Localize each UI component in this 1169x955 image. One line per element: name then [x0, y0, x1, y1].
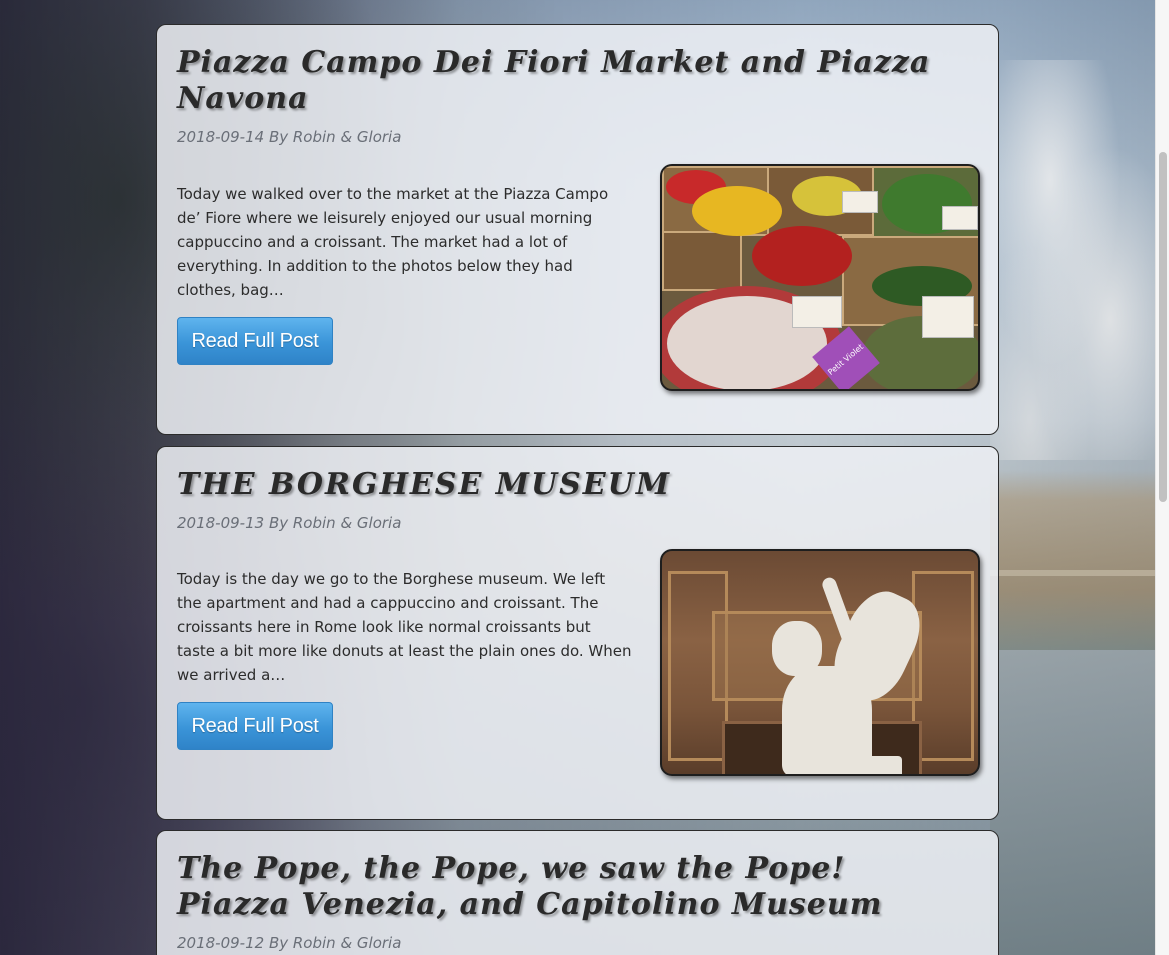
scroll-thumb[interactable]	[1159, 152, 1167, 502]
post-card: The Pope, the Pope, we saw the Pope! Pia…	[156, 830, 999, 955]
post-title[interactable]: Piazza Campo Dei Fiori Market and Piazza…	[177, 45, 967, 117]
read-full-post-button[interactable]: Read Full Post	[177, 317, 333, 365]
photo-chili-peppers	[752, 226, 852, 286]
scrollbar[interactable]	[1155, 0, 1169, 955]
post-title[interactable]: THE BORGHESE MUSEUM	[177, 467, 967, 503]
sculpture-photo[interactable]	[660, 549, 980, 776]
market-photo[interactable]: Petit Violet	[660, 164, 980, 391]
price-tag	[942, 206, 978, 230]
background-river	[990, 650, 1155, 955]
price-tag	[842, 191, 878, 213]
post-excerpt: Today we walked over to the market at th…	[177, 185, 609, 299]
background-bridge	[990, 570, 1155, 626]
photo-crate	[662, 231, 742, 291]
post-card: THE BORGHESE MUSEUM 2018-09-13 By Robin …	[156, 446, 999, 820]
post-meta: 2018-09-12 By Robin & Gloria	[177, 934, 402, 952]
post-meta: 2018-09-14 By Robin & Gloria	[177, 128, 402, 146]
background-clouds	[990, 60, 1155, 460]
post-title[interactable]: The Pope, the Pope, we saw the Pope! Pia…	[177, 851, 967, 923]
photo-statue-base	[792, 756, 902, 774]
price-tag	[922, 296, 974, 338]
post-card: Piazza Campo Dei Fiori Market and Piazza…	[156, 24, 999, 435]
post-meta: 2018-09-13 By Robin & Gloria	[177, 514, 402, 532]
photo-zucchini-flowers	[692, 186, 782, 236]
post-excerpt: Today is the day we go to the Borghese m…	[177, 570, 632, 684]
price-tag	[792, 296, 842, 328]
read-full-post-button[interactable]: Read Full Post	[177, 702, 333, 750]
